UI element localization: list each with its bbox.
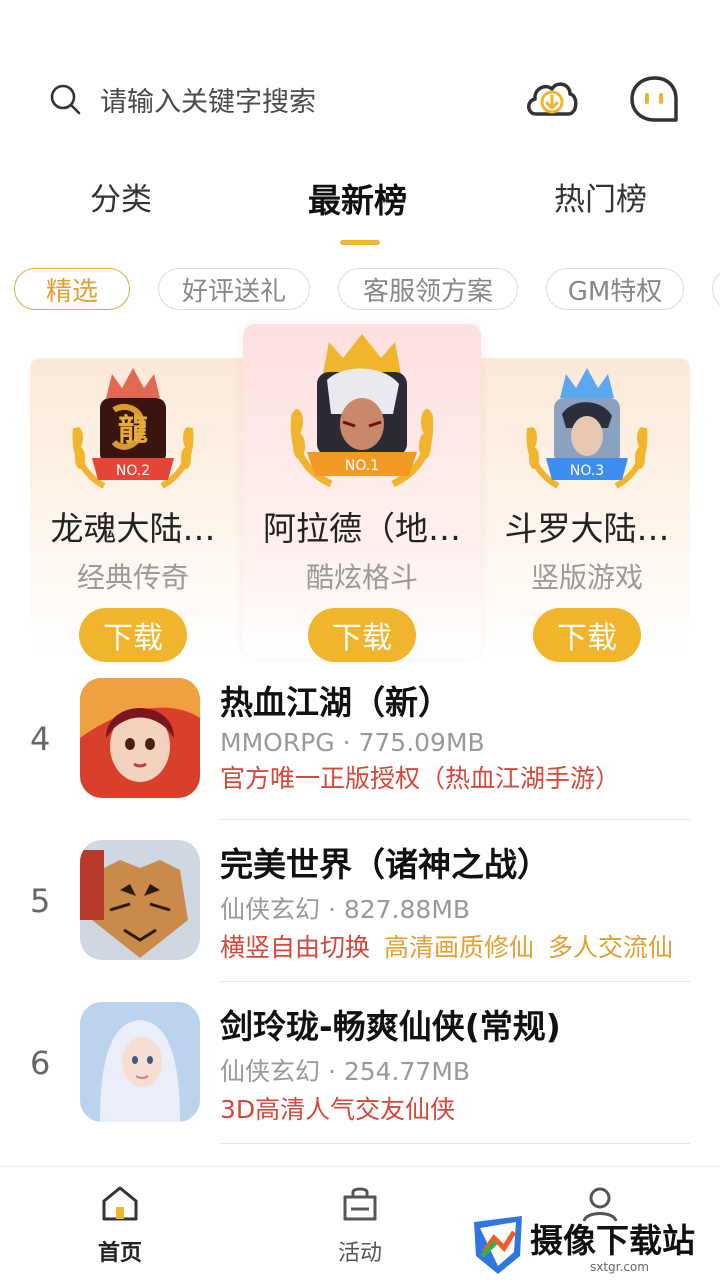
bag-icon [343, 1187, 377, 1221]
svg-text:NO.3: NO.3 [570, 463, 604, 479]
game-tags: 3D高清人气交友仙侠 [220, 1090, 690, 1126]
watermark-text: 摄像下载站 [530, 1221, 695, 1260]
search-bar[interactable]: 请输入关键字搜索 [48, 72, 478, 126]
divider [220, 981, 690, 982]
tag: 横竖自由切换 [220, 933, 371, 962]
tag: 高清画质修仙 [384, 933, 535, 962]
download-button[interactable]: 下载 [533, 608, 641, 662]
game-tags: 官方唯一正版授权（热血江湖手游） [220, 759, 690, 795]
chip-more[interactable] [712, 268, 720, 310]
search-input[interactable]: 请输入关键字搜索 [100, 80, 316, 119]
game-tags: 横竖自由切换 高清画质修仙 多人交流仙 [220, 928, 690, 964]
rank-number: 4 [30, 720, 51, 758]
chat-icon[interactable] [626, 70, 684, 128]
active-tab-indicator [340, 240, 380, 245]
watermark-logo-icon [474, 1216, 522, 1274]
game-meta: 仙侠玄幻 · 827.88MB [220, 895, 471, 924]
podium-genre: 酷炫格斗 [305, 561, 418, 594]
podium-item-2[interactable]: 龍 NO.2 龙魂大陆… 经典传奇 下载 [14, 358, 252, 662]
game-title: 剑玲珑-畅爽仙侠(常规) [220, 1007, 561, 1046]
list-item[interactable]: 6 剑玲珑-畅爽仙侠(常规) 仙侠玄幻 · 254.77MB 3D高清人气交友仙… [0, 986, 720, 1148]
svg-text:龍: 龍 [118, 413, 148, 448]
rank-badge-2: 龍 NO.2 [14, 358, 252, 494]
divider [220, 819, 690, 820]
chip-featured[interactable]: 精选 [14, 268, 130, 310]
chip-service-plan[interactable]: 客服领方案 [338, 268, 518, 310]
top-three-podium: 龍 NO.2 龙魂大陆… 经典传奇 下载 NO.1 阿拉德（地… 酷炫格斗 下载… [0, 322, 720, 662]
chip-gm[interactable]: GM特权 [546, 268, 684, 310]
divider [220, 1143, 690, 1144]
game-list: 4 热血江湖（新） MMORPG · 775.09MB 官方唯一正版授权（热血江… [0, 662, 720, 1148]
tab-newest[interactable]: 最新榜 [308, 174, 407, 222]
podium-item-3[interactable]: NO.3 斗罗大陆… 竖版游戏 下载 [468, 358, 706, 662]
list-item[interactable]: 4 热血江湖（新） MMORPG · 775.09MB 官方唯一正版授权（热血江… [0, 662, 720, 824]
download-button[interactable]: 下载 [308, 608, 416, 662]
podium-name: 斗罗大陆… [504, 509, 670, 548]
watermark: 摄像下载站 sxtgr.com [470, 1212, 714, 1278]
game-meta: MMORPG · 775.09MB [220, 728, 485, 757]
game-icon [80, 678, 200, 798]
rank-badge-1: NO.1 [243, 324, 481, 488]
tab-category[interactable]: 分类 [90, 174, 152, 219]
rank-tabs: 分类 最新榜 热门榜 [0, 168, 720, 248]
nav-label: 活动 [337, 1241, 382, 1266]
game-icon [80, 1002, 200, 1122]
tag: 3D高清人气交友仙侠 [220, 1095, 456, 1124]
chip-good-review[interactable]: 好评送礼 [158, 268, 310, 310]
rank-number: 6 [30, 1044, 51, 1082]
cloud-download-icon[interactable] [522, 70, 580, 128]
tag: 官方唯一正版授权（热血江湖手游） [220, 764, 621, 793]
podium-genre: 经典传奇 [76, 561, 189, 594]
list-item[interactable]: 5 完美世界（诸神之战） 仙侠玄幻 · 827.88MB 横竖自由切换 高清画质修… [0, 824, 720, 986]
game-title: 热血江湖（新） [220, 683, 451, 722]
nav-label: 首页 [97, 1241, 142, 1266]
search-icon [50, 84, 81, 115]
podium-name: 阿拉德（地… [263, 509, 461, 548]
home-icon [102, 1186, 138, 1221]
nav-activity[interactable]: 活动 [300, 1183, 420, 1267]
podium-item-1[interactable]: NO.1 阿拉德（地… 酷炫格斗 下载 [243, 324, 481, 662]
game-title: 完美世界（诸神之战） [220, 845, 550, 884]
tab-hot[interactable]: 热门榜 [554, 174, 647, 219]
podium-genre: 竖版游戏 [530, 561, 643, 594]
podium-name: 龙魂大陆… [50, 509, 216, 548]
watermark-url: sxtgr.com [590, 1260, 649, 1274]
rank-number: 5 [30, 882, 51, 920]
game-meta: 仙侠玄幻 · 254.77MB [220, 1057, 471, 1086]
game-icon [80, 840, 200, 960]
rank-badge-3: NO.3 [468, 358, 706, 494]
svg-text:NO.1: NO.1 [345, 458, 379, 474]
nav-home[interactable]: 首页 [60, 1183, 180, 1267]
download-button[interactable]: 下载 [79, 608, 187, 662]
tag: 多人交流仙 [548, 933, 674, 962]
filter-chips: 精选 好评送礼 客服领方案 GM特权 [14, 268, 720, 312]
